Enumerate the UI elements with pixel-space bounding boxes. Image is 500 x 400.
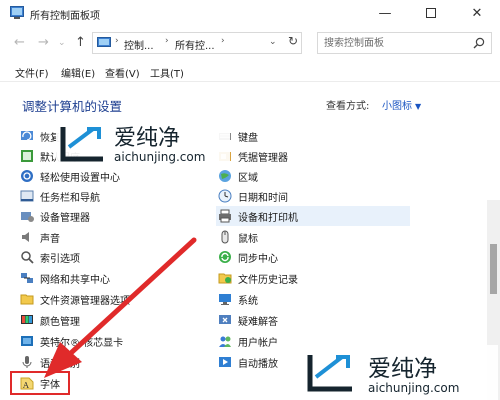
cp-item-devices-printers[interactable]: 设备和打印机 xyxy=(216,206,410,226)
highlight-box xyxy=(10,371,70,395)
minimize-icon: — xyxy=(378,5,392,21)
folder-options-icon xyxy=(20,294,34,305)
search-input[interactable] xyxy=(324,36,464,50)
cp-item-autoplay[interactable]: 自动播放 xyxy=(218,352,278,372)
close-button[interactable]: ✕ xyxy=(454,0,500,26)
control-panel-icon xyxy=(97,37,111,47)
cp-item-folder-options[interactable]: 文件资源管理器选项 xyxy=(20,289,130,309)
search-box[interactable] xyxy=(317,32,492,54)
scrollbar-thumb[interactable] xyxy=(490,244,497,294)
close-icon: ✕ xyxy=(471,5,483,21)
cp-item-ease-of-access[interactable]: 轻松使用设置中心 xyxy=(20,166,120,186)
menu-edit[interactable]: 编辑(E) xyxy=(61,65,95,80)
watermark-top: 爱纯净 aichunjing.com xyxy=(56,118,230,168)
cp-item-taskbar[interactable]: 任务栏和导航 xyxy=(20,186,100,206)
cp-item-recovery[interactable]: 恢复 xyxy=(20,126,60,146)
view-by-value: 小图标 xyxy=(382,101,412,112)
breadcrumb-all-items[interactable]: 所有控... xyxy=(175,37,215,52)
view-by-label: 查看方式: xyxy=(326,101,370,112)
cp-item-sound[interactable]: 声音 xyxy=(20,227,60,247)
cp-item-date-time[interactable]: 日期和时间 xyxy=(218,186,288,206)
menu-tools[interactable]: 工具(T) xyxy=(150,65,184,80)
control-panel-icon xyxy=(10,6,24,19)
speech-icon xyxy=(22,356,32,368)
cp-item-region[interactable]: 区域 xyxy=(218,166,258,186)
region-icon xyxy=(219,170,231,182)
default-programs-icon xyxy=(21,150,33,162)
chevron-down-icon: ▼ xyxy=(415,102,422,111)
menu-file[interactable]: 文件(F) xyxy=(15,65,49,80)
indexing-icon xyxy=(21,251,34,264)
taskbar-icon xyxy=(20,190,34,202)
ease-of-access-icon xyxy=(21,170,33,182)
forward-arrow-icon[interactable]: → xyxy=(38,35,49,50)
recent-locations-icon[interactable]: ⌄ xyxy=(58,38,66,48)
window-title: 所有控制面板项 xyxy=(30,11,100,22)
page-title: 调整计算机的设置 xyxy=(22,99,123,114)
color-management-icon xyxy=(21,315,33,324)
autoplay-icon xyxy=(219,357,231,367)
cp-item-sync-center[interactable]: 同步中心 xyxy=(218,247,278,267)
file-history-icon xyxy=(218,273,232,284)
cp-item-speech[interactable]: 语音识别 xyxy=(20,352,80,372)
sound-icon xyxy=(22,232,29,242)
cp-item-file-history[interactable]: 文件历史记录 xyxy=(218,268,298,288)
breadcrumb-separator-icon: › xyxy=(165,36,169,46)
up-arrow-icon[interactable]: ↑ xyxy=(75,35,86,50)
cp-item-troubleshooting[interactable]: 疑难解答 xyxy=(218,310,278,330)
address-dropdown-icon[interactable]: ⌄ xyxy=(269,37,277,47)
troubleshoot-icon xyxy=(219,315,231,324)
sync-icon xyxy=(219,251,231,263)
watermark-bottom: 爱纯净 aichunjing.com xyxy=(302,345,498,400)
cp-item-mouse[interactable]: 鼠标 xyxy=(218,227,258,247)
address-bar[interactable]: › 控制... › 所有控... › ⌄ xyxy=(92,32,302,54)
printer-icon xyxy=(219,209,231,223)
watermark-logo-icon xyxy=(307,355,352,392)
search-icon[interactable] xyxy=(473,37,485,49)
user-accounts-icon xyxy=(219,336,231,347)
watermark-logo-icon xyxy=(60,127,103,162)
date-time-icon xyxy=(218,189,232,203)
cp-item-user-accounts[interactable]: 用户帐户 xyxy=(218,331,278,351)
intel-graphics-icon xyxy=(21,336,33,346)
watermark-url: aichunjing.com xyxy=(368,381,460,395)
maximize-icon xyxy=(426,8,436,18)
cp-item-indexing[interactable]: 索引选项 xyxy=(20,247,80,267)
minimize-button[interactable]: — xyxy=(362,0,408,26)
cp-item-intel-graphics[interactable]: 英特尔® 核芯显卡 xyxy=(20,331,123,351)
navigation-bar: ← → ⌄ ↑ › 控制... › 所有控... › ⌄ ↻ xyxy=(0,28,500,58)
menu-view[interactable]: 查看(V) xyxy=(105,65,140,80)
cp-item-color-management[interactable]: 颜色管理 xyxy=(20,310,80,330)
breadcrumb-separator-icon: › xyxy=(115,36,119,46)
cp-item-device-manager[interactable]: 设备管理器 xyxy=(20,206,90,226)
cp-item-network[interactable]: 网络和共享中心 xyxy=(20,268,110,288)
back-arrow-icon[interactable]: ← xyxy=(14,35,25,50)
watermark-url: aichunjing.com xyxy=(114,150,206,164)
view-by-dropdown[interactable]: 小图标 ▼ xyxy=(382,97,421,112)
system-icon xyxy=(219,294,231,305)
watermark-text: 爱纯净 xyxy=(368,356,437,382)
refresh-icon[interactable]: ↻ xyxy=(288,34,298,48)
cp-item-system[interactable]: 系统 xyxy=(218,289,258,309)
breadcrumb-control-panel[interactable]: 控制... xyxy=(124,37,154,52)
menu-bar: 文件(F) 编辑(E) 查看(V) 工具(T) xyxy=(0,60,500,82)
watermark-text: 爱纯净 xyxy=(114,126,181,151)
recovery-icon xyxy=(21,131,33,141)
mouse-icon xyxy=(221,230,229,244)
title-bar: 所有控制面板项 — ✕ xyxy=(0,0,500,26)
breadcrumb-separator-icon: › xyxy=(221,36,225,46)
network-icon xyxy=(21,273,33,283)
device-manager-icon xyxy=(21,212,34,222)
maximize-button[interactable] xyxy=(408,0,454,26)
